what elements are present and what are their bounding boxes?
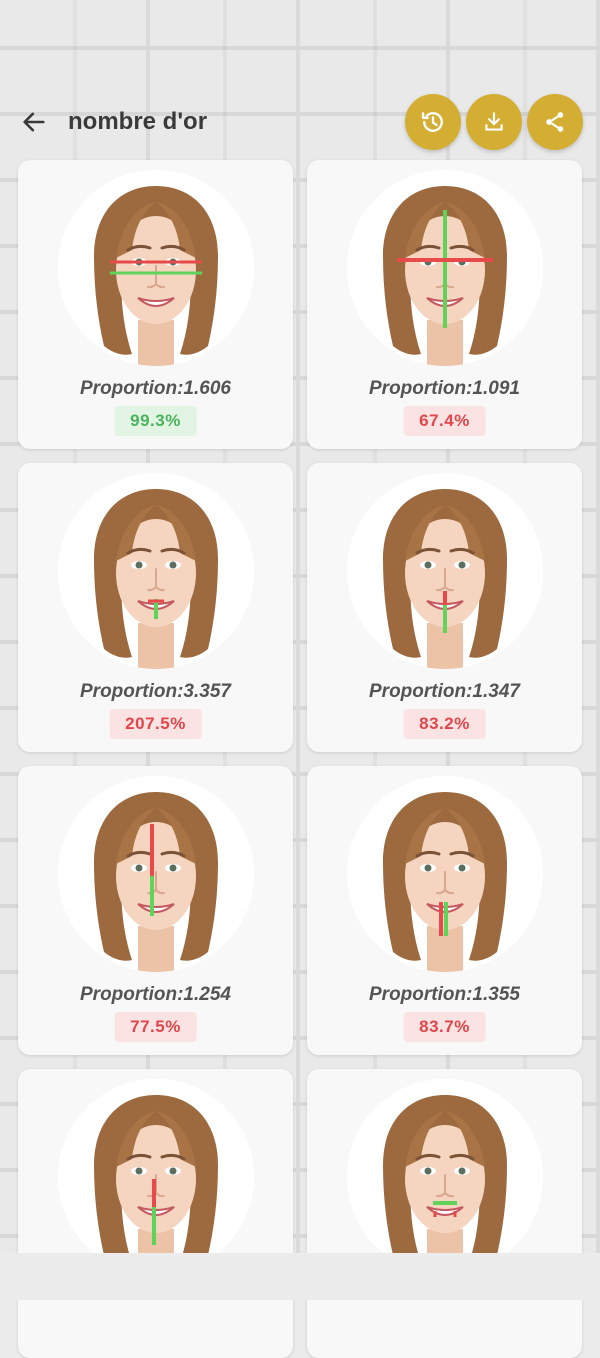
page-title: nombre d'or — [68, 108, 208, 135]
face-image — [347, 1079, 543, 1275]
proportion-value: Proportion:1.355 — [369, 984, 520, 1005]
score-badge: 67.4% — [403, 406, 486, 436]
proportion-card[interactable]: Proportion:1.091 67.4% — [307, 160, 582, 449]
face-image — [58, 776, 254, 972]
proportion-card[interactable]: Proportion:1.355 83.7% — [307, 766, 582, 1055]
face-image — [58, 170, 254, 366]
face-image — [58, 473, 254, 669]
proportion-card[interactable]: Proportion:3.357 207.5% — [18, 463, 293, 752]
score-badge: 77.5% — [114, 1012, 197, 1042]
proportion-grid: Proportion:1.606 99.3% Proportion:1.091 … — [18, 160, 582, 1358]
score-badge: 83.7% — [403, 1012, 486, 1042]
score-badge: 207.5% — [109, 709, 202, 739]
face-image — [347, 776, 543, 972]
app-header: nombre d'or — [0, 88, 600, 154]
proportion-card[interactable]: Proportion:1.347 83.2% — [307, 463, 582, 752]
download-icon — [485, 112, 503, 131]
download-button[interactable] — [466, 94, 522, 150]
proportion-card[interactable] — [307, 1069, 582, 1358]
proportion-card[interactable]: Proportion:1.606 99.3% — [18, 160, 293, 449]
proportion-value: Proportion:3.357 — [80, 681, 231, 702]
proportion-value: Proportion:1.347 — [369, 681, 520, 702]
bottom-fade — [0, 1253, 600, 1300]
proportion-value: Proportion:1.606 — [80, 378, 231, 399]
proportion-value: Proportion:1.254 — [80, 984, 231, 1005]
face-image — [58, 1079, 254, 1275]
face-image — [347, 473, 543, 669]
face-image — [347, 170, 543, 366]
share-button[interactable] — [527, 94, 583, 150]
proportion-value: Proportion:1.091 — [369, 378, 520, 399]
history-icon — [421, 112, 443, 132]
proportion-card[interactable] — [18, 1069, 293, 1358]
score-badge: 99.3% — [114, 406, 197, 436]
score-badge: 83.2% — [403, 709, 486, 739]
arrow-left-icon — [23, 112, 45, 132]
share-icon — [546, 112, 564, 132]
history-button[interactable] — [405, 94, 461, 150]
proportion-card[interactable]: Proportion:1.254 77.5% — [18, 766, 293, 1055]
back-button[interactable] — [18, 106, 50, 138]
